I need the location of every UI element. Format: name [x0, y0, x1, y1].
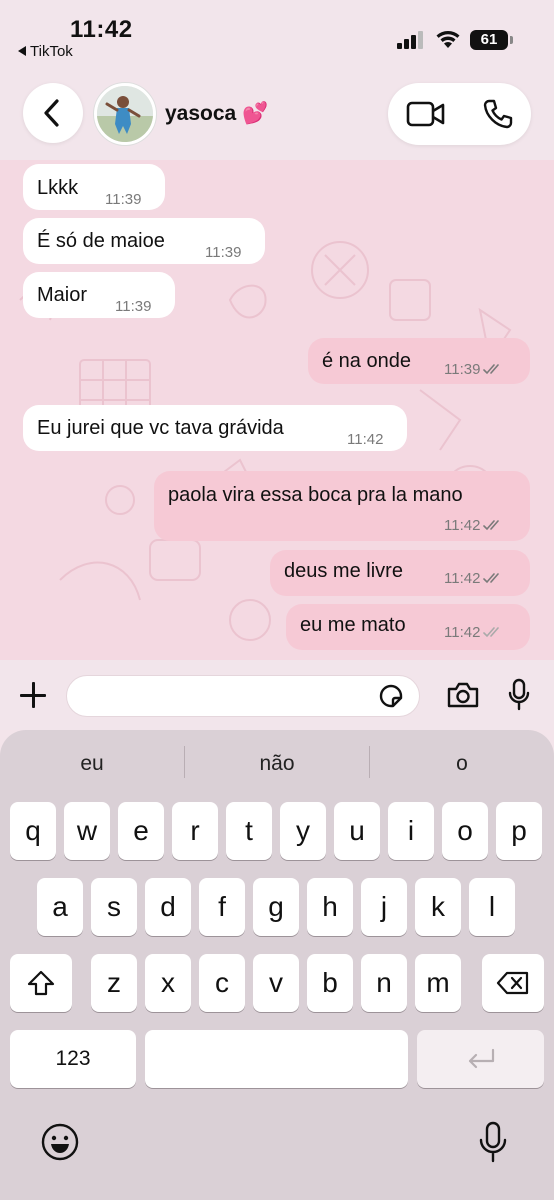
message-text: Lkkk	[37, 177, 79, 199]
message-time: 11:39	[105, 191, 142, 208]
message-time: 11:39	[115, 298, 152, 315]
key-l[interactable]: l	[469, 878, 515, 936]
key-n[interactable]: n	[361, 954, 407, 1012]
mic-icon[interactable]	[507, 678, 531, 712]
message-bubble-out[interactable]: eu me mato 11:42	[286, 604, 530, 650]
message-text: Maior	[37, 284, 88, 306]
key-z[interactable]: z	[91, 954, 137, 1012]
key-p[interactable]: p	[496, 802, 542, 860]
key-g[interactable]: g	[253, 878, 299, 936]
backspace-key[interactable]	[482, 954, 544, 1012]
message-text: é na onde	[322, 350, 411, 372]
back-app-label: TikTok	[30, 43, 73, 60]
message-time: 11:39	[205, 244, 242, 261]
message-text: É só de maioe	[37, 230, 165, 252]
key-w[interactable]: w	[64, 802, 110, 860]
back-to-app-link[interactable]: TikTok	[18, 43, 73, 60]
message-text: paola vira essa boca pra la mano	[168, 484, 463, 506]
camera-icon[interactable]	[446, 681, 480, 709]
chat-header: yasoca 💕	[0, 66, 554, 160]
message-time: 11:42	[444, 624, 503, 641]
suggestion-3[interactable]: o	[370, 752, 554, 776]
wifi-icon	[436, 31, 460, 48]
key-r[interactable]: r	[172, 802, 218, 860]
key-e[interactable]: e	[118, 802, 164, 860]
contact-avatar[interactable]	[94, 83, 156, 145]
call-actions	[388, 83, 531, 145]
message-time-text: 11:39	[444, 361, 481, 378]
sticker-icon[interactable]	[378, 683, 404, 709]
key-s[interactable]: s	[91, 878, 137, 936]
key-v[interactable]: v	[253, 954, 299, 1012]
emoji-icon[interactable]	[40, 1122, 80, 1162]
key-x[interactable]: x	[145, 954, 191, 1012]
message-input-bar	[0, 660, 554, 730]
back-arrow-icon	[18, 46, 26, 56]
message-bubble-in[interactable]: Maior 11:39	[23, 272, 175, 318]
cell-signal-icon	[397, 31, 425, 49]
read-ticks-icon	[483, 573, 500, 584]
sent-ticks-icon	[483, 627, 500, 638]
shift-key[interactable]	[10, 954, 72, 1012]
suggestion-1[interactable]: eu	[0, 752, 184, 776]
message-text: Eu jurei que vc tava grávida	[37, 417, 284, 439]
message-bubble-in[interactable]: Lkkk 11:39	[23, 164, 165, 210]
message-text: deus me livre	[284, 560, 403, 582]
message-time: 11:39	[444, 361, 503, 378]
message-time: 11:42	[444, 570, 503, 587]
phone-icon	[483, 99, 513, 129]
chat-area[interactable]: Lkkk 11:39 É só de maioe 11:39 Maior 11:…	[0, 160, 554, 660]
key-h[interactable]: h	[307, 878, 353, 936]
video-call-icon	[406, 101, 445, 127]
contact-name[interactable]: yasoca 💕	[165, 102, 268, 126]
key-m[interactable]: m	[415, 954, 461, 1012]
avatar-photo	[97, 86, 153, 142]
battery-indicator: 61	[470, 30, 513, 50]
message-time-text: 11:42	[444, 570, 481, 587]
key-o[interactable]: o	[442, 802, 488, 860]
key-f[interactable]: f	[199, 878, 245, 936]
message-bubble-out[interactable]: é na onde 11:39	[308, 338, 530, 384]
message-text: eu me mato	[300, 614, 406, 636]
return-key[interactable]	[417, 1030, 544, 1088]
video-call-button[interactable]	[406, 100, 446, 133]
back-chevron-icon	[44, 99, 59, 127]
read-ticks-icon	[483, 364, 500, 375]
key-c[interactable]: c	[199, 954, 245, 1012]
read-ticks-icon	[483, 520, 500, 531]
message-time: 11:42	[347, 431, 384, 448]
key-y[interactable]: y	[280, 802, 326, 860]
key-i[interactable]: i	[388, 802, 434, 860]
shift-icon	[27, 970, 55, 996]
key-j[interactable]: j	[361, 878, 407, 936]
message-bubble-out[interactable]: deus me livre 11:42	[270, 550, 530, 596]
status-bar: 11:42 TikTok 61	[0, 0, 554, 66]
key-b[interactable]: b	[307, 954, 353, 1012]
status-time: 11:42	[70, 16, 133, 43]
message-bubble-out[interactable]: paola vira essa boca pra la mano 11:42	[154, 471, 530, 541]
key-t[interactable]: t	[226, 802, 272, 860]
message-bubble-in[interactable]: É só de maioe 11:39	[23, 218, 265, 264]
message-time-text: 11:42	[444, 624, 481, 641]
back-button[interactable]	[23, 83, 83, 143]
keyboard: eu não o q w e r t y u i o p a s d f g h…	[0, 730, 554, 1200]
dictation-mic-icon[interactable]	[478, 1120, 508, 1164]
space-key[interactable]	[145, 1030, 408, 1088]
message-time-text: 11:42	[444, 517, 481, 534]
plus-icon[interactable]	[18, 680, 48, 710]
numbers-key[interactable]: 123	[10, 1030, 136, 1088]
key-q[interactable]: q	[10, 802, 56, 860]
key-a[interactable]: a	[37, 878, 83, 936]
voice-call-button[interactable]	[482, 98, 514, 135]
suggestion-2[interactable]: não	[185, 752, 369, 776]
return-icon	[468, 1048, 494, 1069]
message-time: 11:42	[444, 517, 503, 534]
message-bubble-in[interactable]: Eu jurei que vc tava grávida 11:42	[23, 405, 407, 451]
message-input[interactable]	[66, 675, 420, 717]
backspace-icon	[496, 971, 529, 995]
key-u[interactable]: u	[334, 802, 380, 860]
key-k[interactable]: k	[415, 878, 461, 936]
key-d[interactable]: d	[145, 878, 191, 936]
